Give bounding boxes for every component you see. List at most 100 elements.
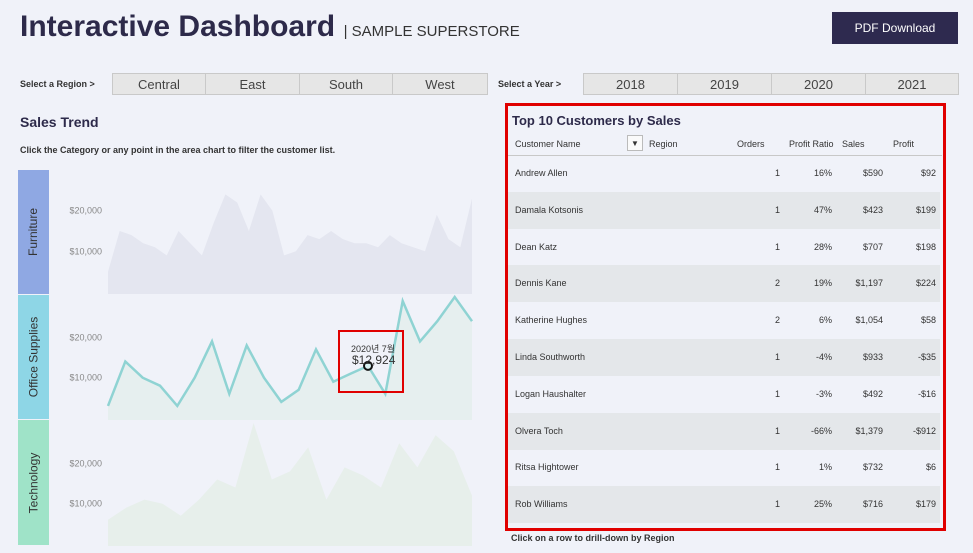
cell-profit-ratio: 28% (813, 241, 832, 252)
cell-profit: $179 (915, 499, 936, 510)
table-row[interactable]: Rob Williams 1 25% $716 $179 (508, 486, 940, 524)
table-row[interactable]: Ritsa Hightower 1 1% $732 $6 (508, 449, 940, 486)
cell-sales: $1,054 (855, 315, 883, 326)
category-furniture-label: Furniture (26, 207, 41, 257)
cell-profit: $224 (915, 278, 936, 289)
area-series-1 (108, 297, 472, 420)
y-tick-label: $10,000 (69, 373, 102, 383)
y-tick-label: $10,000 (69, 246, 102, 256)
cell-profit-ratio: -4% (815, 352, 832, 362)
area-series-2 (108, 423, 472, 546)
cell-sales: $707 (862, 241, 883, 252)
region-option-south[interactable]: South (299, 73, 393, 95)
furniture-panel: $10,000 $20,000 (69, 194, 472, 294)
cell-profit-ratio: 1% (818, 462, 832, 473)
y-tick-label: $20,000 (69, 206, 102, 216)
cell-sales: $1,379 (855, 425, 883, 436)
y-tick-label: $10,000 (69, 499, 102, 509)
cell-orders: 1 (774, 425, 780, 436)
cell-orders: 2 (774, 278, 780, 289)
cell-profit-ratio: -66% (810, 425, 832, 436)
cell-orders: 1 (774, 168, 780, 178)
page-title: Interactive Dashboard (20, 10, 336, 43)
col-sales[interactable]: Sales (842, 139, 865, 149)
region-option-east[interactable]: East (205, 73, 300, 95)
year-option-2020[interactable]: 2020 (771, 73, 866, 95)
year-option-2018[interactable]: 2018 (583, 73, 678, 95)
region-option-central[interactable]: Central (112, 73, 206, 95)
region-filter-label: Select a Region > (20, 79, 95, 89)
cell-sales: $933 (862, 352, 883, 362)
sales-trend-title: Sales Trend (20, 114, 99, 130)
col-profit-ratio[interactable]: Profit Ratio (789, 139, 834, 149)
y-tick-label: $20,000 (69, 332, 102, 342)
region-option-west[interactable]: West (392, 73, 488, 95)
cell-orders: 1 (774, 462, 780, 473)
pdf-download-button[interactable]: PDF Download (832, 12, 958, 44)
cell-sales: $492 (862, 388, 883, 399)
cell-profit: $199 (915, 204, 936, 215)
cell-customer-name: Dean Katz (515, 241, 558, 252)
cell-profit: $6 (925, 462, 936, 473)
y-tick-label: $20,000 (69, 458, 102, 468)
cell-profit: -$35 (917, 352, 936, 362)
col-region[interactable]: Region (649, 139, 678, 149)
area-series-0 (108, 194, 472, 294)
table-row[interactable]: Logan Haushalter 1 -3% $492 -$16 (508, 376, 940, 413)
year-option-2021[interactable]: 2021 (865, 73, 959, 95)
cell-customer-name: Ritsa Hightower (515, 462, 579, 473)
cell-profit-ratio: 25% (813, 499, 832, 510)
sales-trend-chart[interactable]: $10,000 $20,000 $10,000 $20,000 $10,000 $20… (50, 168, 480, 546)
table-row[interactable]: Katherine Hughes 2 6% $1,054 $58 (508, 302, 940, 339)
category-office-supplies-label: Office Supplies (26, 316, 41, 398)
table-row[interactable]: Olvera Toch 1 -66% $1,379 -$912 (508, 412, 940, 450)
sort-dropdown-icon[interactable]: ▼ (627, 135, 643, 151)
category-furniture[interactable]: Furniture (18, 170, 49, 294)
cell-orders: 1 (774, 241, 780, 252)
cell-profit: $92 (920, 168, 936, 178)
cell-profit-ratio: 47% (813, 204, 832, 215)
table-row[interactable]: Damala Kotsonis 1 47% $423 $199 (508, 191, 940, 229)
table-row[interactable]: Andrew Allen 1 16% $590 $92 (508, 155, 940, 192)
category-office-supplies[interactable]: Office Supplies (18, 295, 49, 419)
dashboard-title: Interactive Dashboard | SAMPLE SUPERSTOR… (20, 10, 520, 44)
cell-orders: 1 (774, 388, 780, 399)
cell-profit: $198 (915, 241, 936, 252)
cell-orders: 1 (774, 204, 780, 215)
cell-profit-ratio: 16% (813, 168, 832, 178)
year-option-2019[interactable]: 2019 (677, 73, 772, 95)
cell-customer-name: Olvera Toch (515, 425, 563, 436)
technology-panel: $10,000 $20,000 (69, 423, 472, 546)
cell-customer-name: Andrew Allen (515, 168, 568, 178)
cell-profit-ratio: -3% (815, 388, 832, 399)
year-filter: 2018 2019 2020 2021 (583, 73, 959, 95)
cell-customer-name: Linda Southworth (515, 352, 586, 362)
cell-profit: -$16 (917, 388, 936, 399)
table-row[interactable]: Linda Southworth 1 -4% $933 -$35 (508, 339, 940, 376)
cell-customer-name: Dennis Kane (515, 278, 567, 289)
cell-profit: $58 (920, 315, 936, 326)
tooltip-value: $12,924 (352, 353, 396, 367)
table-row[interactable]: Dean Katz 1 28% $707 $198 (508, 229, 940, 266)
table-row[interactable]: Dennis Kane 2 19% $1,197 $224 (508, 265, 940, 303)
cell-orders: 1 (774, 499, 780, 510)
cell-profit-ratio: 19% (813, 278, 832, 289)
category-technology[interactable]: Technology (18, 420, 49, 545)
col-orders[interactable]: Orders (737, 139, 765, 149)
page-subtitle: | SAMPLE SUPERSTORE (343, 23, 520, 40)
cell-customer-name: Rob Williams (515, 499, 568, 510)
cell-orders: 1 (774, 352, 780, 362)
col-customer-name[interactable]: Customer Name (515, 139, 581, 149)
category-technology-label: Technology (26, 452, 41, 513)
office-supplies-panel: $10,000 $20,000 (69, 294, 474, 420)
top-customers-title: Top 10 Customers by Sales (512, 113, 681, 128)
cell-sales: $1,197 (855, 278, 883, 289)
cell-customer-name: Damala Kotsonis (515, 204, 584, 215)
cell-sales: $590 (862, 168, 883, 178)
cell-sales: $423 (862, 204, 883, 215)
cell-customer-name: Katherine Hughes (515, 315, 588, 326)
cell-orders: 2 (774, 315, 780, 326)
cell-sales: $716 (862, 499, 883, 510)
sales-trend-hint: Click the Category or any point in the a… (20, 145, 336, 155)
col-profit[interactable]: Profit (893, 139, 914, 149)
